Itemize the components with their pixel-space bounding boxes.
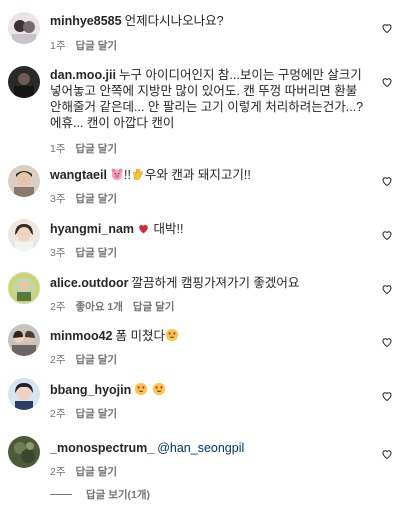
- comment-time[interactable]: 1주: [50, 143, 66, 155]
- reply-button[interactable]: 답글 달기: [76, 354, 118, 366]
- avatar[interactable]: [8, 272, 40, 304]
- view-replies-label: 답글 보기(1개): [86, 489, 151, 501]
- reply-button[interactable]: 답글 달기: [76, 40, 118, 52]
- comment-body: minhye8585 언제다시나오나요?: [50, 13, 368, 29]
- comment-time[interactable]: 2주: [50, 408, 66, 420]
- comment-username[interactable]: alice.outdoor: [50, 276, 128, 290]
- heart-eyes-emoji-icon: [165, 328, 179, 346]
- comment-text: 대박!!: [153, 222, 184, 236]
- reply-button[interactable]: 답글 달기: [76, 247, 118, 259]
- comment-body: dan.moo.jii 누구 아이디어인지 참...보이는 구멍에만 살크기 넣어…: [50, 67, 368, 131]
- reply-button[interactable]: 답글 달기: [133, 301, 175, 313]
- comment-meta: 2주 답글 달기: [50, 406, 127, 421]
- comment-time[interactable]: 1주: [50, 40, 66, 52]
- heart-eyes-emoji-icon: [152, 382, 166, 400]
- heart-icon[interactable]: [381, 448, 393, 460]
- comment-username[interactable]: dan.moo.jii: [50, 68, 116, 82]
- heart-icon[interactable]: [381, 283, 393, 295]
- heart-icon[interactable]: [381, 390, 393, 402]
- comment-body: hyangmi_nam 대박!!: [50, 221, 368, 239]
- comment-meta: 2주 답글 달기: [50, 464, 127, 479]
- comment-username[interactable]: minhye8585: [50, 14, 122, 28]
- comment-body: alice.outdoor 깔끔하게 캠핑가져가기 좋겠어요: [50, 275, 368, 291]
- comment-text: 우와 캔과 돼지고기!!: [144, 168, 251, 182]
- comment-time[interactable]: 2주: [50, 466, 66, 478]
- pig-emoji-icon: [110, 167, 124, 185]
- reply-button[interactable]: 답글 달기: [76, 143, 118, 155]
- comment-text: 깔끔하게 캠핑가져가기 좋겠어요: [131, 276, 300, 290]
- heart-eyes-emoji-icon: [134, 382, 148, 400]
- heart-icon[interactable]: [381, 22, 393, 34]
- comment-username[interactable]: minmoo42: [50, 329, 113, 343]
- comment-body: minmoo42 폼 미쳤다: [50, 328, 368, 346]
- reply-button[interactable]: 답글 달기: [76, 193, 118, 205]
- comment-meta: 3주 답글 달기: [50, 245, 127, 260]
- comment-time[interactable]: 2주: [50, 354, 66, 366]
- comment-username[interactable]: _monospectrum_: [50, 441, 154, 455]
- comment-meta: 1주 답글 달기: [50, 141, 127, 156]
- heart-icon[interactable]: [381, 76, 393, 88]
- comment-username[interactable]: wangtaeil: [50, 168, 107, 182]
- comment-username[interactable]: hyangmi_nam: [50, 222, 134, 236]
- comment-body: wangtaeil!! 우와 캔과 돼지고기!!: [50, 167, 368, 185]
- avatar[interactable]: [8, 324, 40, 356]
- comment-username[interactable]: bbang_hyojin: [50, 383, 131, 397]
- comment-time[interactable]: 2주: [50, 301, 66, 313]
- mention-link[interactable]: @han_seongpil: [157, 441, 244, 455]
- comment-body: bbang_hyojin: [50, 382, 368, 400]
- comment-time[interactable]: 3주: [50, 193, 66, 205]
- divider-line: [50, 494, 72, 495]
- heart-icon[interactable]: [381, 229, 393, 241]
- avatar[interactable]: [8, 378, 40, 410]
- avatar[interactable]: [8, 165, 40, 197]
- reply-button[interactable]: 답글 달기: [76, 408, 118, 420]
- view-replies-button[interactable]: 답글 보기(1개): [50, 487, 150, 502]
- avatar[interactable]: [8, 66, 40, 98]
- reply-button[interactable]: 답글 달기: [76, 466, 118, 478]
- comment-meta: 1주 답글 달기: [50, 38, 127, 53]
- comment-emphasis: !!: [123, 168, 131, 182]
- heart-icon[interactable]: [381, 336, 393, 348]
- comment-text: 언제다시나오나요?: [124, 14, 224, 28]
- comment-meta: 2주 좋아요 1개 답글 달기: [50, 299, 184, 314]
- like-count[interactable]: 좋아요 1개: [76, 301, 123, 313]
- red-heart-emoji-icon: [137, 222, 150, 239]
- avatar[interactable]: [8, 219, 40, 251]
- comment-meta: 3주 답글 달기: [50, 191, 127, 206]
- comment-text: 폼 미쳤다: [115, 329, 165, 343]
- comment-body: _monospectrum_ @han_seongpil: [50, 440, 368, 456]
- avatar[interactable]: [8, 12, 40, 44]
- clap-emoji-icon: [131, 167, 145, 185]
- heart-icon[interactable]: [381, 175, 393, 187]
- comment-time[interactable]: 3주: [50, 247, 66, 259]
- comment-meta: 2주 답글 달기: [50, 352, 127, 367]
- avatar[interactable]: [8, 436, 40, 468]
